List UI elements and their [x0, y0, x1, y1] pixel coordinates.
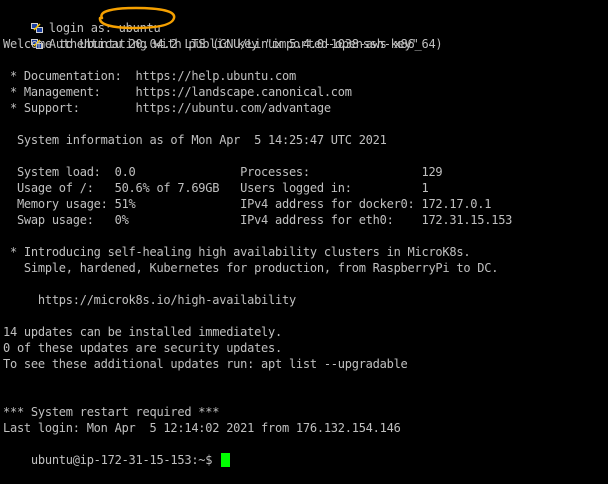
restart-required-line: *** System restart required *** [3, 405, 220, 419]
memory-usage-line: Memory usage: 51% IPv4 address for docke… [3, 197, 492, 211]
disk-usage-line: Usage of /: 50.6% of 7.69GB Users logged… [3, 181, 429, 195]
management-line: * Management: https://landscape.canonica… [3, 85, 352, 99]
microk8s-url-line: https://microk8s.io/high-availability [3, 293, 296, 307]
terminal-window[interactable]: login as: ubuntu Authenticating with pub… [0, 0, 608, 469]
support-line: * Support: https://ubuntu.com/advantage [3, 101, 331, 115]
welcome-line: Welcome to Ubuntu 20.04.2 LTS (GNU/Linux… [3, 37, 443, 51]
system-info-line: System information as of Mon Apr 5 14:25… [3, 133, 387, 147]
auth-line: Authenticating with public key "imported… [3, 20, 419, 51]
last-login-line: Last login: Mon Apr 5 12:14:02 2021 from… [3, 421, 401, 435]
shell-prompt: ubuntu@ip-172-31-15-153:~$ [30, 453, 220, 467]
microk8s-line-2: Simple, hardened, Kubernetes for product… [3, 261, 499, 275]
prompt-line[interactable]: ubuntu@ip-172-31-15-153:~$ [3, 436, 231, 467]
documentation-line: * Documentation: https://help.ubuntu.com [3, 69, 296, 83]
text-cursor[interactable] [221, 453, 231, 467]
microk8s-line-1: * Introducing self-healing high availabi… [3, 245, 471, 259]
login-line: login as: ubuntu [3, 4, 161, 35]
updates-line-1: 14 updates can be installed immediately. [3, 325, 282, 339]
updates-line-2: 0 of these updates are security updates. [3, 341, 282, 355]
swap-usage-line: Swap usage: 0% IPv4 address for eth0: 17… [3, 213, 513, 227]
updates-line-3: To see these additional updates run: apt… [3, 357, 408, 371]
system-load-line: System load: 0.0 Processes: 129 [3, 165, 443, 179]
